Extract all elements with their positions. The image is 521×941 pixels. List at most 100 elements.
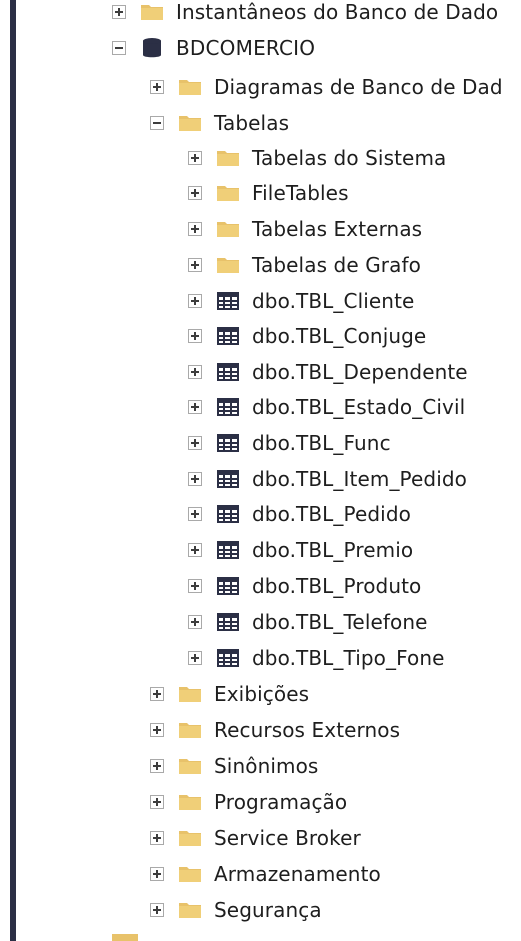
- expand-plus-icon[interactable]: [188, 365, 202, 379]
- tree-item-label: Diagramas de Banco de Dad: [214, 75, 503, 99]
- collapse-minus-icon[interactable]: [150, 116, 164, 130]
- expand-plus-icon[interactable]: [188, 651, 202, 665]
- tree-item-tabelas-de-grafo[interactable]: Tabelas de Grafo: [188, 247, 421, 283]
- expand-plus-icon[interactable]: [188, 543, 202, 557]
- tree-item-filetables[interactable]: FileTables: [188, 175, 349, 211]
- database-icon: [140, 38, 164, 58]
- tree-item-table[interactable]: dbo.TBL_Cliente: [188, 283, 414, 319]
- expand-plus-icon[interactable]: [188, 579, 202, 593]
- tree-item-label: Tabelas Externas: [252, 217, 423, 241]
- expand-plus-icon[interactable]: [150, 831, 164, 845]
- tree-item-label: dbo.TBL_Tipo_Fone: [252, 646, 445, 670]
- tree-item-label: Instantâneos do Banco de Dado: [176, 0, 499, 24]
- expand-plus-icon[interactable]: [150, 867, 164, 881]
- tree-item-table[interactable]: dbo.TBL_Dependente: [188, 354, 468, 390]
- expand-plus-icon[interactable]: [188, 151, 202, 165]
- tree-item-table[interactable]: dbo.TBL_Tipo_Fone: [188, 640, 445, 676]
- tree-item-label: Tabelas de Grafo: [252, 253, 421, 277]
- tree-item-table[interactable]: dbo.TBL_Premio: [188, 532, 413, 568]
- tree-item-instantaneos[interactable]: Instantâneos do Banco de Dado: [112, 0, 498, 30]
- tree-item-label: dbo.TBL_Conjuge: [252, 324, 427, 348]
- folder-icon: [216, 148, 240, 168]
- folder-icon: [178, 900, 202, 920]
- tree-item-sinonimos[interactable]: Sinônimos: [150, 748, 318, 784]
- tree-item-database[interactable]: BDCOMERCIO: [112, 30, 315, 66]
- expand-plus-icon[interactable]: [150, 723, 164, 737]
- expand-plus-icon[interactable]: [150, 687, 164, 701]
- expand-plus-icon[interactable]: [188, 507, 202, 521]
- tree-item-seguranca[interactable]: Segurança: [150, 892, 322, 928]
- expand-plus-icon[interactable]: [188, 436, 202, 450]
- tree-item-label: Tabelas do Sistema: [252, 146, 447, 170]
- tree-item-label: dbo.TBL_Item_Pedido: [252, 467, 467, 491]
- folder-icon: [112, 934, 138, 941]
- tree-item-table[interactable]: dbo.TBL_Conjuge: [188, 318, 426, 354]
- tree-item-label: Sinônimos: [214, 754, 319, 778]
- table-icon: [216, 326, 240, 346]
- tree-item-table[interactable]: dbo.TBL_Pedido: [188, 496, 411, 532]
- tree-item-label: Segurança: [214, 898, 322, 922]
- table-icon: [216, 576, 240, 596]
- folder-icon: [178, 684, 202, 704]
- expand-plus-icon[interactable]: [188, 400, 202, 414]
- tree-item-recursos-externos[interactable]: Recursos Externos: [150, 712, 400, 748]
- tree-item-label: dbo.TBL_Estado_Civil: [252, 395, 466, 419]
- tree-item-label: dbo.TBL_Produto: [252, 574, 422, 598]
- folder-icon: [178, 756, 202, 776]
- tree-item-tabelas[interactable]: Tabelas: [150, 105, 289, 141]
- tree-item-tabelas-externas[interactable]: Tabelas Externas: [188, 211, 422, 247]
- expand-plus-icon[interactable]: [188, 258, 202, 272]
- table-icon: [216, 504, 240, 524]
- expand-plus-icon[interactable]: [112, 5, 126, 19]
- folder-icon: [178, 792, 202, 812]
- table-icon: [216, 291, 240, 311]
- table-icon: [216, 433, 240, 453]
- tree-item-label: BDCOMERCIO: [176, 36, 316, 60]
- expand-plus-icon[interactable]: [150, 80, 164, 94]
- expand-plus-icon[interactable]: [188, 472, 202, 486]
- table-icon: [216, 362, 240, 382]
- expand-plus-icon[interactable]: [150, 759, 164, 773]
- table-icon: [216, 540, 240, 560]
- collapse-minus-icon[interactable]: [112, 41, 126, 55]
- tree-item-table[interactable]: dbo.TBL_Func: [188, 425, 391, 461]
- tree-item-table[interactable]: dbo.TBL_Telefone: [188, 604, 428, 640]
- expand-plus-icon[interactable]: [188, 329, 202, 343]
- tree-item-table[interactable]: dbo.TBL_Produto: [188, 568, 421, 604]
- folder-icon: [178, 864, 202, 884]
- expand-plus-icon[interactable]: [188, 294, 202, 308]
- expand-plus-icon[interactable]: [150, 795, 164, 809]
- tree-item-label: dbo.TBL_Premio: [252, 538, 414, 562]
- table-icon: [216, 612, 240, 632]
- expand-plus-icon[interactable]: [150, 903, 164, 917]
- expand-plus-icon[interactable]: [188, 222, 202, 236]
- tree-item-label: FileTables: [252, 181, 349, 205]
- folder-icon: [140, 2, 164, 22]
- tree-item-label: dbo.TBL_Dependente: [252, 360, 468, 384]
- tree-item-label: Tabelas: [214, 111, 290, 135]
- folder-icon: [216, 255, 240, 275]
- tree-item-label: Exibições: [214, 682, 310, 706]
- tree-item-label: Programação: [214, 790, 348, 814]
- object-explorer-tree: Instantâneos do Banco de Dado BDCOMERCIO…: [0, 0, 521, 941]
- tree-item-table[interactable]: dbo.TBL_Item_Pedido: [188, 461, 467, 497]
- folder-icon: [216, 219, 240, 239]
- tree-item-label: Service Broker: [214, 826, 361, 850]
- expand-plus-icon[interactable]: [188, 186, 202, 200]
- tree-item-label: dbo.TBL_Pedido: [252, 502, 411, 526]
- tree-item-armazenamento[interactable]: Armazenamento: [150, 856, 381, 892]
- tree-item-label: dbo.TBL_Cliente: [252, 289, 415, 313]
- folder-icon: [216, 183, 240, 203]
- table-icon: [216, 397, 240, 417]
- tree-item-label: dbo.TBL_Func: [252, 431, 391, 455]
- expand-plus-icon[interactable]: [188, 615, 202, 629]
- tree-item-diagramas[interactable]: Diagramas de Banco de Dad: [150, 69, 503, 105]
- tree-item-service-broker[interactable]: Service Broker: [150, 820, 361, 856]
- tree-item-label: dbo.TBL_Telefone: [252, 610, 428, 634]
- folder-icon: [178, 77, 202, 97]
- tree-item-exibicoes[interactable]: Exibições: [150, 676, 309, 712]
- tree-item-tabelas-do-sistema[interactable]: Tabelas do Sistema: [188, 140, 446, 176]
- tree-item-table[interactable]: dbo.TBL_Estado_Civil: [188, 389, 465, 425]
- tree-item-programacao[interactable]: Programação: [150, 784, 347, 820]
- tree-item-label: Recursos Externos: [214, 718, 401, 742]
